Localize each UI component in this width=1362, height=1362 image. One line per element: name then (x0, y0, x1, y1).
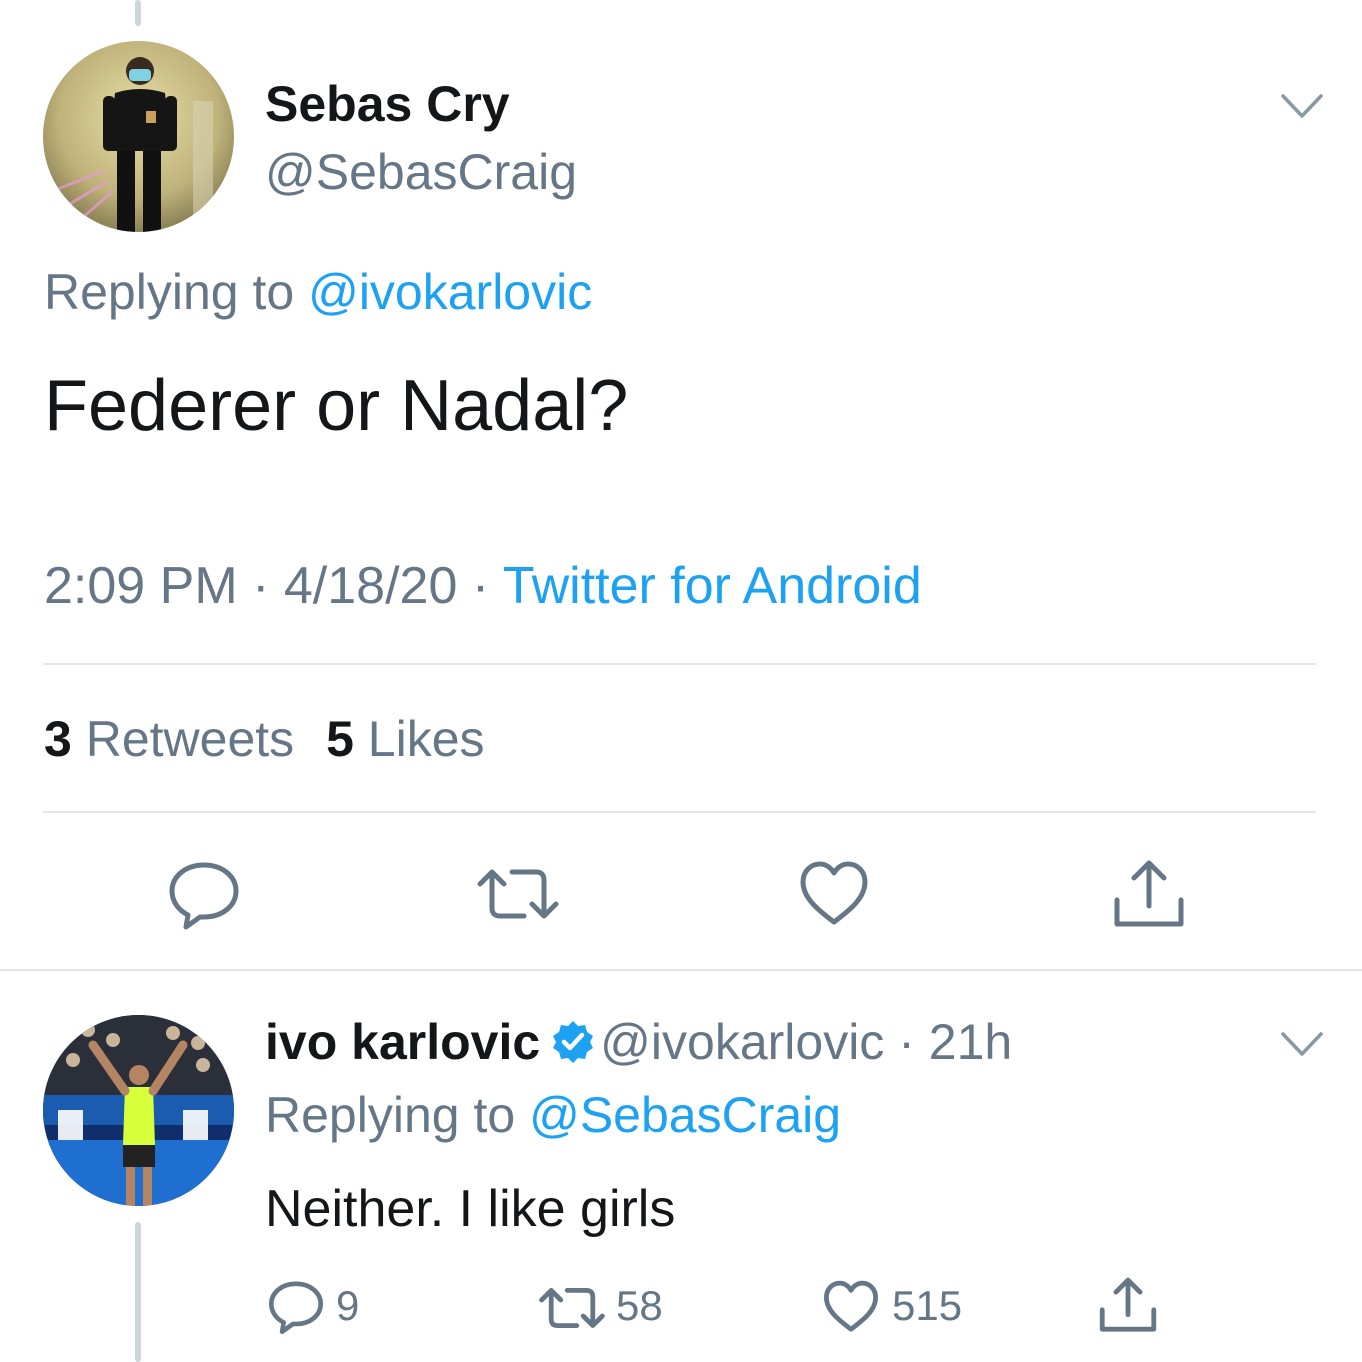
divider (43, 663, 1316, 665)
reply-header: ivo karlovic @ivokarlovic · 21h (265, 1013, 1012, 1071)
share-button[interactable] (1098, 1276, 1158, 1334)
retweets-label: Retweets (85, 711, 295, 767)
author-name[interactable]: ivo karlovic (265, 1014, 540, 1070)
share-icon (1114, 860, 1184, 927)
replying-mention-link[interactable]: @SebasCraig (529, 1087, 841, 1143)
tweet-text: Federer or Nadal? (44, 366, 629, 446)
retweets-count: 3 (44, 711, 72, 767)
reply-count: 9 (336, 1282, 360, 1329)
retweet-icon (539, 1288, 605, 1328)
likes-count: 5 (326, 711, 354, 767)
author-handle[interactable]: @ivokarlovic (600, 1014, 884, 1070)
tweet-stats: 3 Retweets 5 Likes (44, 710, 485, 768)
replying-mention-link[interactable]: @ivokarlovic (308, 264, 592, 320)
retweet-icon (477, 869, 559, 919)
verified-badge-icon (553, 1020, 594, 1063)
tweet-time: 2:09 PM (44, 557, 238, 615)
thread-line-bottom (135, 1222, 141, 1362)
avatar[interactable] (43, 41, 234, 232)
reply-icon (269, 1281, 323, 1334)
like-count: 515 (892, 1282, 963, 1329)
replying-line: Replying to @ivokarlovic (44, 263, 592, 321)
author-handle[interactable]: @SebasCraig (265, 143, 577, 201)
meta-separator: · (252, 557, 270, 615)
tweet-meta: 2:09 PM · 4/18/20 · Twitter for Android (44, 556, 922, 616)
retweet-count: 58 (616, 1282, 663, 1329)
like-button[interactable] (798, 860, 870, 928)
meta-separator: · (471, 557, 490, 615)
retweet-button[interactable] (476, 864, 560, 924)
replying-label: Replying to (265, 1087, 516, 1143)
likes-label: Likes (367, 711, 485, 767)
tweet-date: 4/18/20 (283, 557, 458, 615)
share-button[interactable] (1112, 858, 1186, 930)
divider (0, 969, 1362, 971)
thread-line-top (135, 0, 141, 26)
tweet-age[interactable]: 21h (929, 1014, 1012, 1070)
reply-icon (169, 862, 239, 930)
replying-label: Replying to (44, 264, 295, 320)
reply-button[interactable] (168, 860, 240, 930)
avatar[interactable] (43, 1015, 234, 1206)
like-icon (824, 1280, 878, 1332)
share-icon (1099, 1277, 1157, 1332)
replying-line: Replying to @SebasCraig (265, 1086, 841, 1144)
chevron-down-icon[interactable] (1280, 92, 1324, 120)
retweets-stat[interactable]: 3 Retweets (44, 711, 308, 767)
likes-stat[interactable]: 5 Likes (326, 711, 484, 767)
tweet-client-link[interactable]: Twitter for Android (503, 557, 922, 615)
divider (43, 811, 1316, 813)
meta-separator: · (898, 1014, 915, 1070)
author-name[interactable]: Sebas Cry (265, 75, 510, 133)
tweet-text: Neither. I like girls (265, 1180, 676, 1238)
chevron-down-icon[interactable] (1280, 1030, 1324, 1058)
like-icon (800, 861, 868, 925)
